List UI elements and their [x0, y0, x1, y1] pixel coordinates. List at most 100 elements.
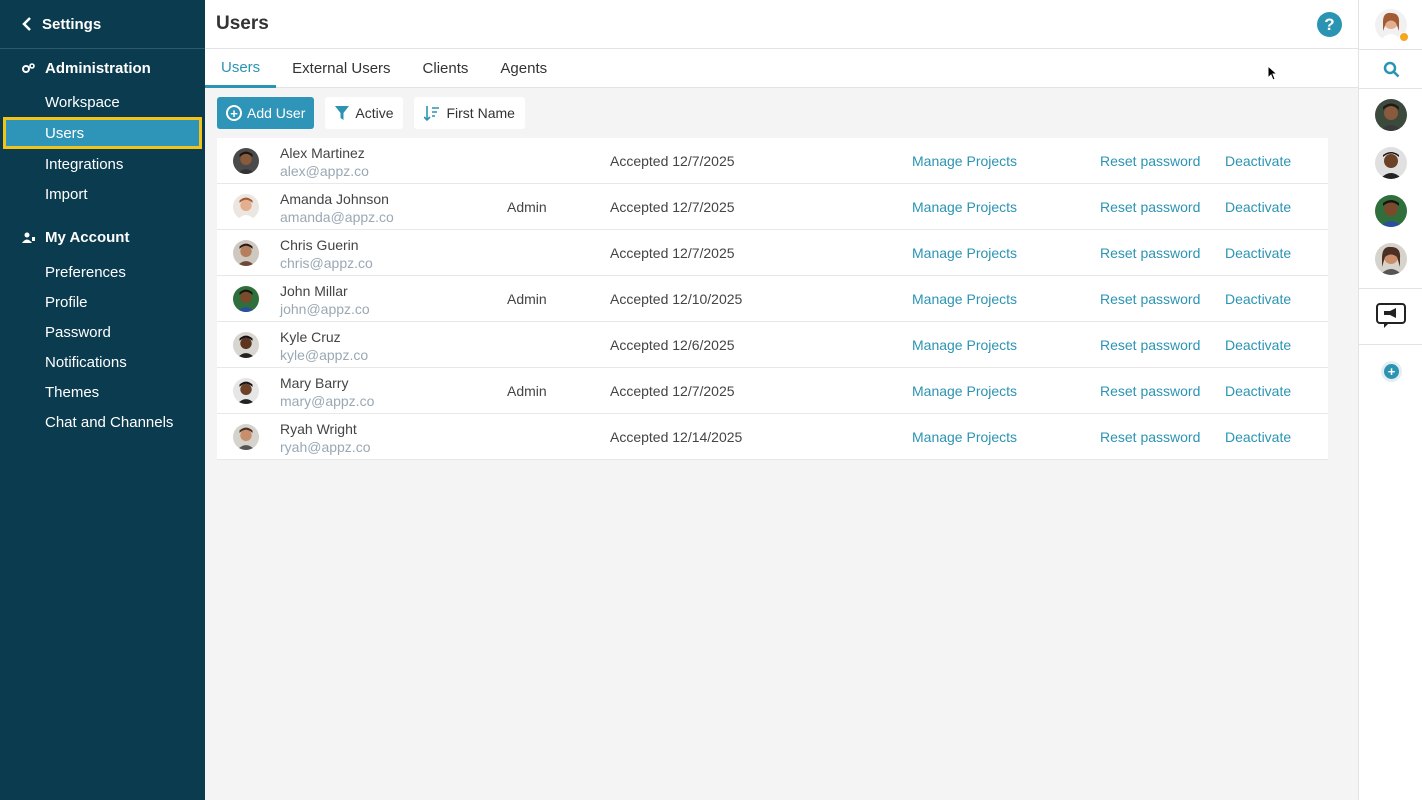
sidebar-item-workspace[interactable]: Workspace	[0, 87, 205, 117]
team-avatar-3[interactable]	[1375, 195, 1407, 227]
user-name: Mary Barry	[280, 375, 349, 391]
manage-projects-link[interactable]: Manage Projects	[912, 245, 1017, 261]
user-avatar	[233, 239, 259, 266]
reset-password-link[interactable]: Reset password	[1100, 291, 1200, 307]
add-user-button[interactable]: + Add User	[217, 97, 315, 129]
gears-icon	[22, 62, 36, 74]
sidebar-item-preferences[interactable]: Preferences	[0, 257, 205, 287]
user-status: Accepted 12/7/2025	[610, 198, 735, 215]
table-row: Mary Barry mary@appz.co Admin Accepted 1…	[217, 368, 1328, 414]
user-email: alex@appz.co	[280, 163, 369, 179]
filter-icon	[335, 106, 350, 120]
presence-indicator	[1399, 32, 1409, 42]
tab-external-users[interactable]: External Users	[276, 49, 406, 88]
back-to-settings[interactable]: Settings	[0, 0, 205, 49]
table-row: John Millar john@appz.co Admin Accepted …	[217, 276, 1328, 322]
user-status: Accepted 12/7/2025	[610, 382, 735, 399]
tab-clients[interactable]: Clients	[407, 49, 485, 88]
user-avatar	[233, 193, 259, 220]
deactivate-link[interactable]: Deactivate	[1225, 245, 1291, 261]
user-avatar	[233, 423, 259, 450]
user-name: Ryah Wright	[280, 421, 357, 437]
add-user-label: Add User	[247, 105, 306, 121]
manage-projects-link[interactable]: Manage Projects	[912, 291, 1017, 307]
user-name: Chris Guerin	[280, 237, 359, 253]
users-toolbar: + Add User Active First Name	[217, 97, 525, 129]
user-avatar	[233, 331, 259, 358]
deactivate-link[interactable]: Deactivate	[1225, 337, 1291, 353]
table-row: Alex Martinez alex@appz.co Accepted 12/7…	[217, 138, 1328, 184]
sidebar-item-import[interactable]: Import	[0, 179, 205, 209]
reset-password-link[interactable]: Reset password	[1100, 337, 1200, 353]
user-name: Amanda Johnson	[280, 191, 389, 207]
deactivate-link[interactable]: Deactivate	[1225, 383, 1291, 399]
manage-projects-link[interactable]: Manage Projects	[912, 153, 1017, 169]
reset-password-link[interactable]: Reset password	[1100, 245, 1200, 261]
user-icon	[22, 232, 36, 243]
manage-projects-link[interactable]: Manage Projects	[912, 337, 1017, 353]
sidebar-item-chat-and-channels[interactable]: Chat and Channels	[0, 407, 205, 437]
back-label: Settings	[42, 15, 102, 33]
sidebar-item-password[interactable]: Password	[0, 317, 205, 347]
user-role: Admin	[507, 290, 547, 307]
section-title: Administration	[45, 59, 151, 77]
sort-label: First Name	[446, 105, 515, 121]
deactivate-link[interactable]: Deactivate	[1225, 199, 1291, 215]
user-status: Accepted 12/6/2025	[610, 336, 735, 353]
user-email: ryah@appz.co	[280, 439, 371, 455]
deactivate-link[interactable]: Deactivate	[1225, 291, 1291, 307]
user-status: Accepted 12/7/2025	[610, 152, 735, 169]
add-circle-icon[interactable]: +	[1381, 361, 1402, 382]
section-administration: Administration	[0, 49, 205, 87]
team-avatar-4[interactable]	[1375, 243, 1407, 275]
user-identity: John Millar john@appz.co	[280, 282, 370, 318]
sidebar-item-notifications[interactable]: Notifications	[0, 347, 205, 377]
mouse-cursor-icon	[1267, 65, 1277, 81]
user-email: mary@appz.co	[280, 393, 375, 409]
user-identity: Ryah Wright ryah@appz.co	[280, 420, 370, 456]
manage-projects-link[interactable]: Manage Projects	[912, 429, 1017, 445]
user-status: Accepted 12/7/2025	[610, 244, 735, 261]
user-identity: Mary Barry mary@appz.co	[280, 374, 374, 410]
announcement-icon[interactable]	[1376, 303, 1406, 329]
help-icon[interactable]: ?	[1317, 12, 1342, 37]
settings-sidebar: Settings Administration Workspace Users …	[0, 0, 205, 800]
right-rail: +	[1358, 0, 1422, 800]
tab-agents[interactable]: Agents	[484, 49, 563, 88]
sidebar-item-profile[interactable]: Profile	[0, 287, 205, 317]
chevron-left-icon	[22, 17, 31, 31]
user-email: chris@appz.co	[280, 255, 373, 271]
reset-password-link[interactable]: Reset password	[1100, 383, 1200, 399]
sidebar-item-themes[interactable]: Themes	[0, 377, 205, 407]
team-avatar-2[interactable]	[1375, 147, 1407, 179]
user-email: amanda@appz.co	[280, 209, 394, 225]
user-identity: Chris Guerin chris@appz.co	[280, 236, 373, 272]
reset-password-link[interactable]: Reset password	[1100, 199, 1200, 215]
user-status: Accepted 12/10/2025	[610, 290, 743, 307]
user-name: Alex Martinez	[280, 145, 365, 161]
tab-users[interactable]: Users	[205, 49, 277, 88]
reset-password-link[interactable]: Reset password	[1100, 153, 1200, 169]
section-title: My Account	[45, 228, 130, 246]
deactivate-link[interactable]: Deactivate	[1225, 153, 1291, 169]
reset-password-link[interactable]: Reset password	[1100, 429, 1200, 445]
user-identity: Kyle Cruz kyle@appz.co	[280, 328, 368, 364]
table-row: Kyle Cruz kyle@appz.co Accepted 12/6/202…	[217, 322, 1328, 368]
manage-projects-link[interactable]: Manage Projects	[912, 383, 1017, 399]
user-email: kyle@appz.co	[280, 347, 369, 363]
filter-button[interactable]: Active	[325, 97, 404, 129]
table-row: Ryah Wright ryah@appz.co Accepted 12/14/…	[217, 414, 1328, 460]
sort-button[interactable]: First Name	[414, 97, 525, 129]
table-row: Amanda Johnson amanda@appz.co Admin Acce…	[217, 184, 1328, 230]
table-row: Chris Guerin chris@appz.co Accepted 12/7…	[217, 230, 1328, 276]
team-avatar-1[interactable]	[1375, 99, 1407, 131]
sidebar-item-integrations[interactable]: Integrations	[0, 149, 205, 179]
sidebar-item-users[interactable]: Users	[3, 117, 202, 149]
filter-label: Active	[355, 105, 394, 121]
manage-projects-link[interactable]: Manage Projects	[912, 199, 1017, 215]
search-icon[interactable]	[1383, 61, 1400, 78]
page-header: Users ?	[205, 0, 1358, 49]
users-table: Alex Martinez alex@appz.co Accepted 12/7…	[217, 138, 1328, 460]
user-status: Accepted 12/14/2025	[610, 428, 743, 445]
deactivate-link[interactable]: Deactivate	[1225, 429, 1291, 445]
